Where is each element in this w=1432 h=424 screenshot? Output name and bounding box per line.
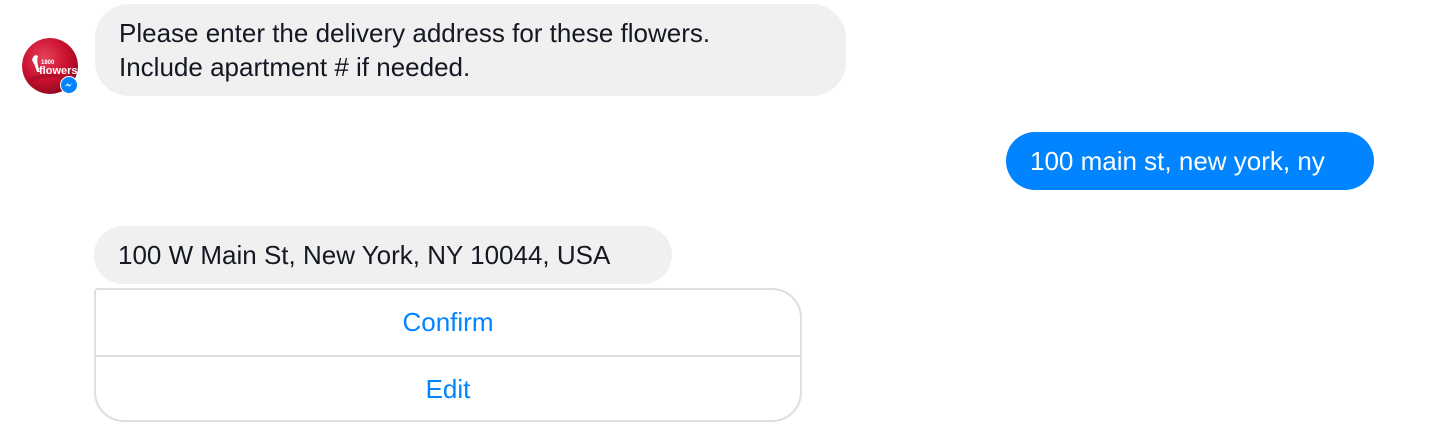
message-text-line: Include apartment # if needed. — [119, 52, 471, 82]
messenger-icon — [60, 76, 78, 94]
chat-thread: 1800 flowers Please enter the delivery a… — [0, 0, 1432, 424]
logo-text-main: flowers — [39, 65, 78, 77]
bot-avatar[interactable]: 1800 flowers — [22, 38, 78, 94]
quick-reply-buttons: Confirm Edit — [94, 288, 802, 422]
user-message-bubble: 100 main st, new york, ny — [1006, 132, 1374, 190]
message-text-line: Please enter the delivery address for th… — [119, 18, 711, 48]
bot-message-bubble: 100 W Main St, New York, NY 10044, USA — [94, 226, 672, 284]
bot-message-bubble: Please enter the delivery address for th… — [95, 4, 846, 96]
confirm-button[interactable]: Confirm — [96, 290, 800, 355]
edit-button[interactable]: Edit — [96, 357, 800, 420]
